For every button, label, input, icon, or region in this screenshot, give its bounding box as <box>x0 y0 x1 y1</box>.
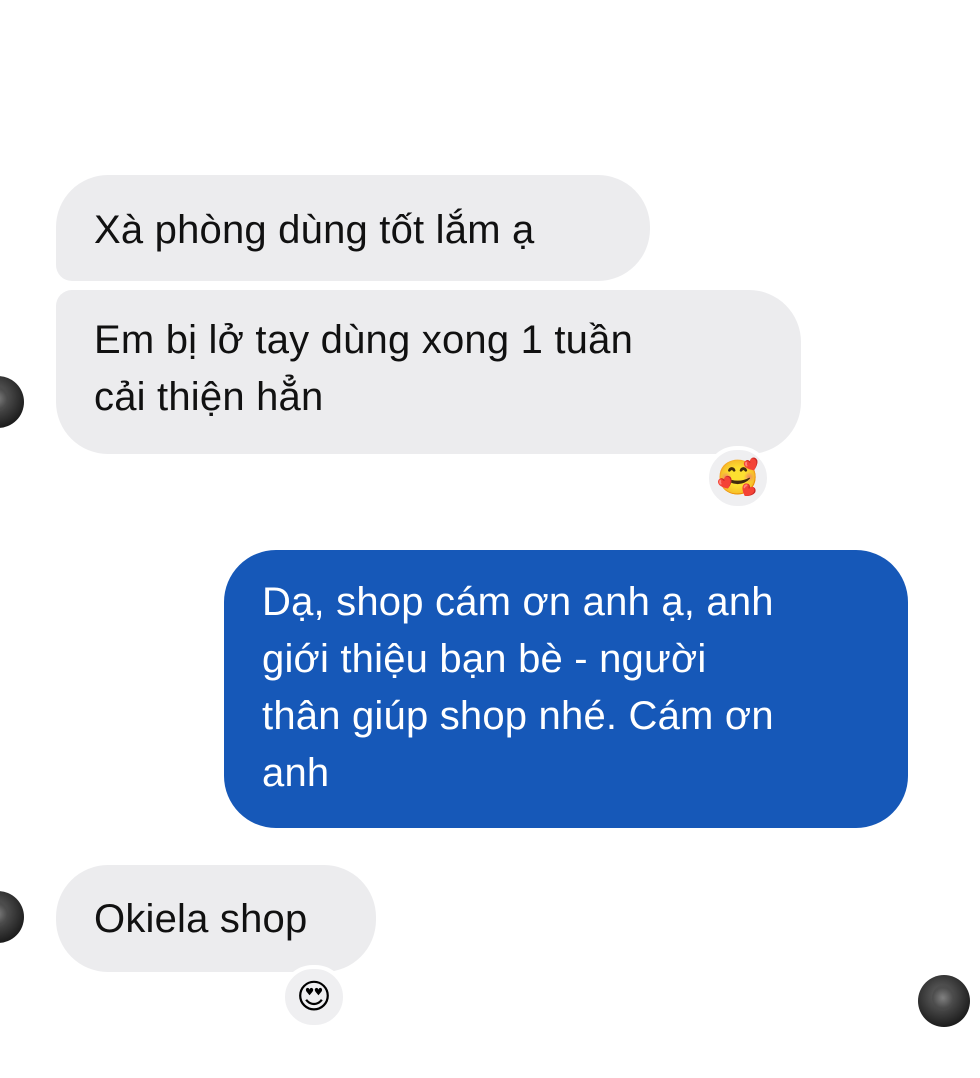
contact-avatar[interactable] <box>0 376 24 428</box>
outgoing-message-bubble[interactable]: Dạ, shop cám ơn anh ạ, anh giới thiệu bạ… <box>224 550 908 828</box>
message-text-line: giới thiệu bạn bè - người <box>262 637 707 681</box>
message-text-line: Dạ, shop cám ơn anh ạ, anh <box>262 580 774 624</box>
message-reaction[interactable]: 😍 <box>281 965 347 1029</box>
incoming-message-bubble[interactable]: Em bị lở tay dùng xong 1 tuần cải thiện … <box>56 290 801 454</box>
heart-eyes-icon: 😍 <box>296 978 332 1016</box>
seen-receipt-avatar <box>918 975 970 1027</box>
message-text: Xà phòng dùng tốt lắm ạ <box>94 208 535 252</box>
incoming-message-bubble[interactable]: Okiela shop <box>56 865 376 972</box>
incoming-message-bubble[interactable]: Xà phòng dùng tốt lắm ạ <box>56 175 650 281</box>
message-text-line: anh <box>262 751 330 795</box>
smiling-face-with-hearts-icon: 🥰 <box>716 459 760 497</box>
message-text-line: cải thiện hẳn <box>94 375 324 419</box>
contact-avatar[interactable] <box>0 891 24 943</box>
message-text-line: Em bị lở tay dùng xong 1 tuần <box>94 318 634 362</box>
message-text-line: thân giúp shop nhé. Cám ơn <box>262 694 774 738</box>
message-reaction[interactable]: 🥰 <box>705 446 771 510</box>
message-text: Okiela shop <box>94 897 308 941</box>
